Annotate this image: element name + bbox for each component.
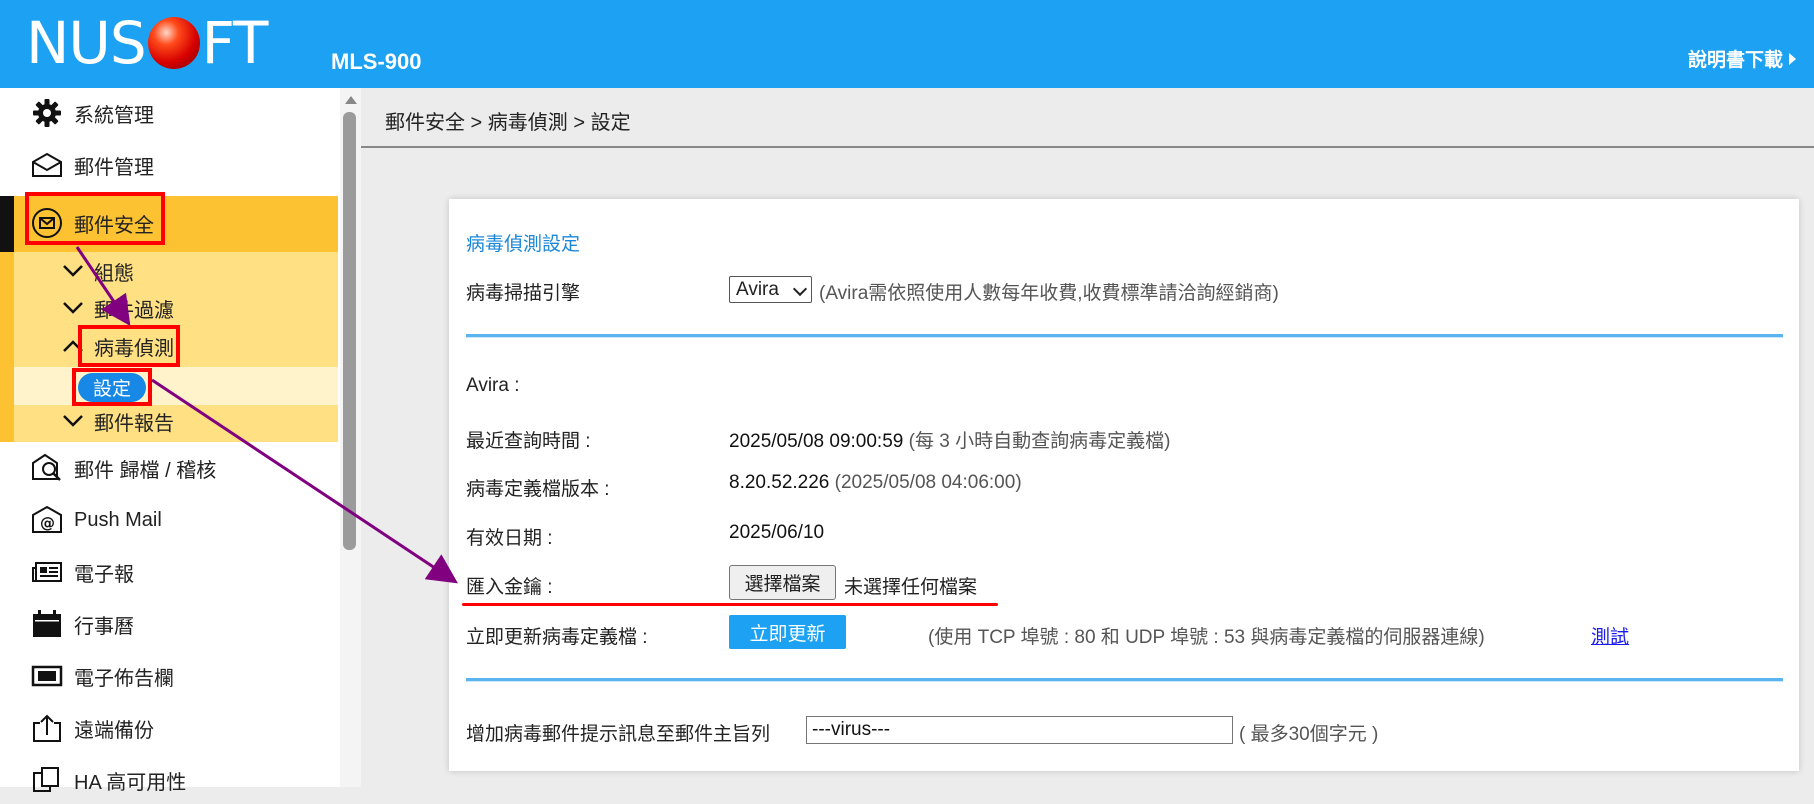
import-key-label: 匯入金鑰 : bbox=[466, 577, 553, 598]
envelope-icon bbox=[30, 149, 64, 181]
divider bbox=[466, 678, 1783, 682]
upload-box-icon bbox=[30, 712, 64, 744]
sidebar-item-remote-backup[interactable]: 遠端備份 bbox=[0, 704, 338, 752]
sidebar-sub-config[interactable]: 組態 bbox=[14, 252, 338, 290]
scroll-up-arrow-icon[interactable] bbox=[345, 96, 357, 104]
logo-ball-icon bbox=[147, 17, 200, 69]
last-query-value: 2025/05/08 09:00:59 (每 3 小時自動查詢病毒定義檔) bbox=[729, 426, 1170, 453]
sidebar-item-calendar[interactable]: 行事曆 bbox=[0, 600, 338, 648]
expiry-label: 有效日期 : bbox=[466, 528, 553, 549]
sidebar-item-label: 電子報 bbox=[74, 563, 134, 586]
sidebar-item-archive-audit[interactable]: 郵件 歸檔 / 稽核 bbox=[0, 444, 338, 492]
def-version-date: (2025/05/08 04:06:00) bbox=[834, 472, 1022, 493]
divider bbox=[466, 334, 1783, 338]
vendor-header: Avira : bbox=[466, 375, 520, 396]
svg-text:@: @ bbox=[40, 514, 55, 532]
sidebar-item-label: 郵件 歸檔 / 稽核 bbox=[74, 459, 217, 482]
gear-icon bbox=[30, 97, 64, 129]
mail-search-icon bbox=[30, 452, 64, 484]
sidebar-sub-label: 組態 bbox=[94, 262, 134, 285]
def-version-label: 病毒定義檔版本 : bbox=[466, 479, 610, 500]
last-query-note: (每 3 小時自動查詢病毒定義檔) bbox=[908, 431, 1171, 452]
subject-tag-input[interactable] bbox=[806, 716, 1233, 744]
sidebar-item-label: 電子佈告欄 bbox=[74, 667, 174, 690]
subject-label: 增加病毒郵件提示訊息至郵件主旨列 bbox=[466, 724, 771, 745]
breadcrumb: 郵件安全 > 病毒偵測 > 設定 bbox=[385, 112, 631, 134]
logo-text-right: FT bbox=[201, 9, 269, 77]
sidebar-item-ha[interactable]: HA 高可用性 bbox=[0, 756, 338, 804]
mail-security-icon bbox=[30, 207, 64, 239]
sidebar-item-mail-management[interactable]: 郵件管理 bbox=[0, 141, 338, 189]
manual-download-label: 說明書下載 bbox=[1687, 50, 1783, 71]
test-link[interactable]: 測試 bbox=[1591, 622, 1629, 649]
calendar-icon bbox=[30, 608, 64, 640]
expiry-value: 2025/06/10 bbox=[729, 522, 825, 543]
at-mail-icon: @ bbox=[30, 504, 64, 536]
sidebar-item-newsletter[interactable]: 電子報 bbox=[0, 548, 338, 596]
sidebar-sub-mail-filter[interactable]: 郵件過濾 bbox=[14, 289, 338, 327]
engine-select[interactable]: Avira bbox=[729, 276, 812, 303]
sidebar-item-label: 行事曆 bbox=[74, 615, 134, 638]
nusoft-logo: NUS FT bbox=[26, 9, 269, 77]
chevron-down-icon bbox=[792, 281, 808, 297]
ha-icon bbox=[30, 764, 64, 796]
file-status: 未選擇任何檔案 bbox=[844, 577, 978, 598]
last-query-label: 最近查詢時間 : bbox=[466, 431, 591, 452]
sidebar-sub-label: 病毒偵測 bbox=[94, 337, 174, 360]
sidebar-sub-label: 郵件過濾 bbox=[94, 299, 174, 322]
engine-note: (Avira需依照使用人數每年收費,收費標準請洽詢經銷商) bbox=[819, 283, 1279, 304]
sidebar-item-label: 郵件管理 bbox=[74, 156, 154, 179]
sidebar-item-push-mail[interactable]: @ Push Mail bbox=[0, 496, 338, 544]
sidebar-item-label: 郵件安全 bbox=[74, 214, 154, 237]
sidebar-item-label: 遠端備份 bbox=[74, 719, 154, 742]
chevron-up-icon bbox=[62, 339, 88, 353]
model-name: MLS-900 bbox=[331, 49, 422, 74]
def-version-number: 8.20.52.226 bbox=[729, 472, 830, 493]
sidebar-sub-settings[interactable]: 設定 bbox=[78, 373, 146, 402]
annotation-underline-import-key bbox=[462, 603, 998, 606]
update-label: 立即更新病毒定義檔 : bbox=[466, 627, 648, 648]
logo-text-left: NUS bbox=[26, 9, 147, 77]
sidebar-sub-mail-report[interactable]: 郵件報告 bbox=[14, 402, 338, 440]
chevron-down-icon bbox=[62, 414, 88, 428]
sidebar-item-mail-security[interactable]: 郵件安全 bbox=[0, 199, 338, 247]
sidebar-item-label: 系統管理 bbox=[74, 104, 154, 127]
update-now-button[interactable]: 立即更新 bbox=[729, 615, 846, 649]
chevron-down-icon bbox=[62, 264, 88, 278]
subject-max-note: ( 最多30個字元 ) bbox=[1239, 724, 1379, 745]
chevron-down-icon bbox=[62, 301, 88, 315]
last-query-time: 2025/05/08 09:00:59 bbox=[729, 431, 904, 452]
section-title: 病毒偵測設定 bbox=[466, 234, 581, 255]
sidebar-item-label: HA 高可用性 bbox=[74, 771, 187, 794]
def-version-value: 8.20.52.226 (2025/05/08 04:06:00) bbox=[729, 472, 1022, 494]
engine-label: 病毒掃描引擎 bbox=[466, 283, 581, 304]
top-bar: NUS FT MLS-900 說明書下載 bbox=[0, 0, 1814, 88]
sidebar-item-label: Push Mail bbox=[74, 508, 162, 531]
choose-file-button[interactable]: 選擇檔案 bbox=[729, 565, 836, 600]
update-note: (使用 TCP 埠號 : 80 和 UDP 埠號 : 53 與病毒定義檔的伺服器… bbox=[928, 627, 1485, 648]
newspaper-icon bbox=[30, 556, 64, 588]
selected-sub-row bbox=[14, 367, 338, 405]
triangle-right-icon bbox=[1789, 52, 1796, 65]
sidebar-sub-virus-detection[interactable]: 病毒偵測 bbox=[14, 327, 338, 365]
sidebar-sub-label: 郵件報告 bbox=[94, 412, 174, 435]
engine-select-value: Avira bbox=[736, 278, 779, 300]
sidebar-scroll-thumb[interactable] bbox=[343, 112, 356, 550]
sidebar-item-system[interactable]: 系統管理 bbox=[0, 89, 338, 137]
sidebar-item-bulletin-board[interactable]: 電子佈告欄 bbox=[0, 652, 338, 700]
manual-download-link[interactable]: 說明書下載 bbox=[1688, 45, 1796, 72]
board-icon bbox=[30, 660, 64, 692]
